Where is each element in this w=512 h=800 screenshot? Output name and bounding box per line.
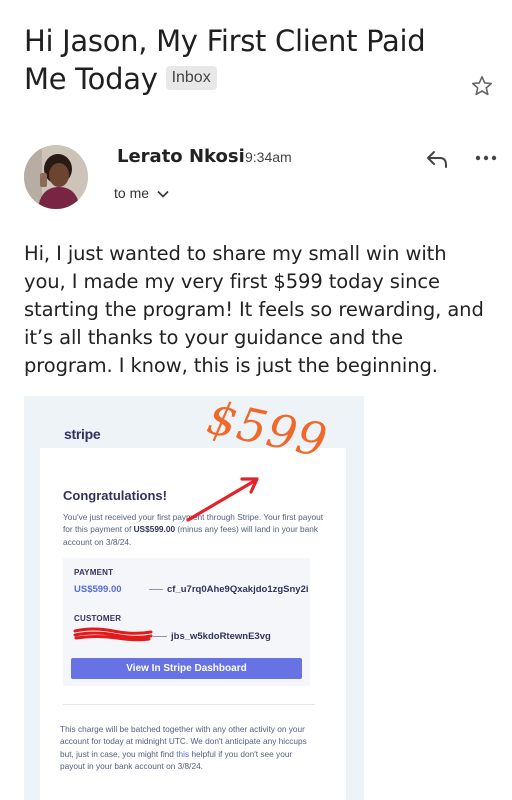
customer-id: jbs_w5kdoRtewnE3vg <box>153 631 271 642</box>
chevron-down-icon <box>157 191 169 198</box>
recipient-label: to me <box>114 185 150 201</box>
payment-details-panel: PAYMENT US$599.00 cf_u7rq0Ahe9Qxakjdo1zg… <box>63 558 310 686</box>
sender-avatar[interactable] <box>24 145 88 209</box>
sender-name[interactable]: Lerato Nkosi <box>117 146 245 167</box>
recipient-details-toggle[interactable]: to me <box>114 185 169 201</box>
red-arrow-annotation <box>186 477 259 522</box>
star-icon[interactable] <box>470 74 494 98</box>
stripe-logo: stripe <box>64 426 101 442</box>
payment-id: cf_u7rq0Ahe9Qxakjdo1zgSny2i <box>149 584 309 595</box>
receipt-footer: This charge will be batched together wit… <box>60 723 316 772</box>
help-link[interactable]: this <box>176 749 189 759</box>
sent-time: 9:34am <box>245 149 292 165</box>
email-body: Hi, I just wanted to share my small win … <box>24 242 484 377</box>
avatar-photo <box>24 145 88 209</box>
subject-text: Hi Jason, My First Client Paid Me Today <box>24 24 426 96</box>
receipt-divider <box>63 704 315 705</box>
inbox-label-badge[interactable]: Inbox <box>165 66 217 90</box>
payment-label: PAYMENT <box>74 568 114 577</box>
more-options-icon[interactable] <box>474 152 498 164</box>
receipt-screenshot: stripe $599 Congratulations! You've just… <box>24 396 364 800</box>
reply-icon[interactable] <box>425 148 449 170</box>
customer-label: CUSTOMER <box>74 614 122 623</box>
payment-amount: US$599.00 <box>74 584 122 595</box>
email-subject: Hi Jason, My First Client Paid Me Today I… <box>24 22 444 98</box>
receipt-heading: Congratulations! <box>63 488 167 503</box>
redaction-scribble <box>73 627 153 642</box>
view-stripe-dashboard-button[interactable]: View In Stripe Dashboard <box>71 658 302 679</box>
intro-amount: US$599.00 <box>133 524 176 535</box>
